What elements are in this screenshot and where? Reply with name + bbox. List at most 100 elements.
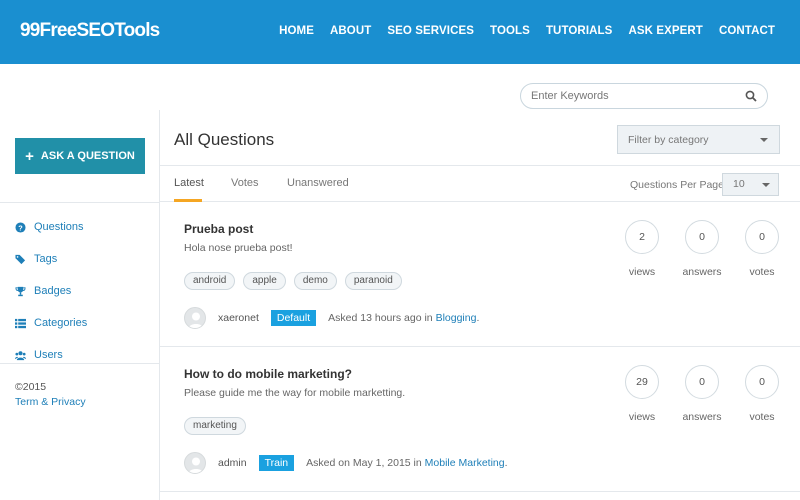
- question-tabs: Latest Votes Unanswered Questions Per Pa…: [160, 165, 800, 202]
- sidebar-item-questions[interactable]: ? Questions: [15, 211, 87, 243]
- question-stats: 29 views 0 answers 0 votes: [612, 365, 792, 423]
- sidebar-divider: [0, 363, 160, 364]
- sidebar-item-categories[interactable]: Categories: [15, 307, 87, 339]
- author-name[interactable]: xaeronet: [218, 312, 259, 324]
- copyright-text: ©2015: [15, 381, 47, 393]
- tag-chip[interactable]: apple: [243, 272, 286, 290]
- votes-stat: 0 votes: [732, 220, 792, 278]
- tag-chip[interactable]: paranoid: [344, 272, 402, 290]
- question-item: Prueba post Hola nose prueba post! andro…: [160, 202, 800, 347]
- answers-stat: 0 answers: [672, 365, 732, 423]
- nav-seo-services[interactable]: SEO SERVICES: [387, 25, 474, 37]
- sidebar-item-label: Badges: [34, 285, 72, 297]
- question-list: Prueba post Hola nose prueba post! andro…: [160, 202, 800, 492]
- period: .: [476, 312, 480, 324]
- asked-text: Asked on May 1, 2015 in Mobile Marketing…: [306, 457, 507, 469]
- asked-time: Asked on May 1, 2015 in: [306, 457, 425, 469]
- search-icon[interactable]: [745, 90, 757, 102]
- tag-chip[interactable]: android: [184, 272, 236, 290]
- user-avatar-icon: [188, 312, 204, 328]
- trophy-icon: [15, 286, 26, 296]
- answers-stat: 0 answers: [672, 220, 732, 278]
- asked-time: Asked 13 hours ago in: [328, 312, 436, 324]
- votes-label: votes: [749, 411, 775, 423]
- votes-count: 0: [745, 365, 779, 399]
- tab-latest[interactable]: Latest: [174, 177, 204, 189]
- site-logo[interactable]: 99FreeSEOTools: [20, 20, 160, 42]
- views-count: 2: [625, 220, 659, 254]
- nav-tools[interactable]: TOOLS: [490, 25, 530, 37]
- sidebar-item-label: Tags: [34, 253, 58, 265]
- author-name[interactable]: admin: [218, 457, 247, 469]
- votes-stat: 0 votes: [732, 365, 792, 423]
- avatar[interactable]: [184, 307, 206, 329]
- tags-icon: [15, 254, 26, 264]
- search-input[interactable]: [531, 87, 731, 105]
- user-badge: Train: [258, 455, 295, 471]
- question-tags: android apple demo paranoid: [184, 272, 410, 290]
- sidebar-item-users[interactable]: Users: [15, 339, 87, 371]
- question-title[interactable]: How to do mobile marketing?: [184, 367, 352, 381]
- svg-text:?: ?: [18, 223, 23, 232]
- category-link[interactable]: Blogging: [436, 312, 477, 324]
- nav-ask-expert[interactable]: ASK EXPERT: [628, 25, 703, 37]
- terms-privacy-link[interactable]: Term & Privacy: [15, 396, 86, 408]
- ask-question-button[interactable]: + ASK A QUESTION: [15, 138, 145, 174]
- views-label: views: [628, 266, 656, 278]
- question-title[interactable]: Prueba post: [184, 222, 253, 236]
- user-avatar-icon: [188, 457, 204, 473]
- question-meta: admin Train Asked on May 1, 2015 in Mobi…: [184, 452, 508, 474]
- views-count: 29: [625, 365, 659, 399]
- tab-votes[interactable]: Votes: [231, 177, 259, 189]
- asked-text: Asked 13 hours ago in Blogging.: [328, 312, 479, 324]
- chevron-down-icon: [760, 138, 768, 142]
- users-icon: [15, 350, 26, 360]
- chevron-down-icon: [762, 183, 770, 187]
- page-title: All Questions: [174, 130, 275, 149]
- main-content: All Questions Filter by category Latest …: [159, 110, 800, 500]
- site-header: 99FreeSEOTools HOME ABOUT SEO SERVICES T…: [0, 0, 800, 64]
- question-tags: marketing: [184, 417, 254, 435]
- answers-label: answers: [682, 411, 722, 423]
- per-page-label: Questions Per Page:: [630, 179, 727, 191]
- nav-about[interactable]: ABOUT: [330, 25, 371, 37]
- sidebar-item-label: Categories: [34, 317, 88, 329]
- category-link[interactable]: Mobile Marketing: [425, 457, 505, 469]
- question-meta: xaeronet Default Asked 13 hours ago in B…: [184, 307, 479, 329]
- per-page-select[interactable]: 10: [722, 173, 779, 196]
- views-stat: 29 views: [612, 365, 672, 423]
- question-stats: 2 views 0 answers 0 votes: [612, 220, 792, 278]
- sidebar-menu: ? Questions Tags Badges Categories Users: [15, 211, 87, 371]
- avatar[interactable]: [184, 452, 206, 474]
- votes-label: votes: [749, 266, 775, 278]
- tag-chip[interactable]: marketing: [184, 417, 246, 435]
- period: .: [504, 457, 508, 469]
- ask-question-label: ASK A QUESTION: [40, 150, 135, 162]
- question-circle-icon: ?: [15, 221, 26, 233]
- nav-home[interactable]: HOME: [279, 25, 314, 37]
- question-item: How to do mobile marketing? Please guide…: [160, 347, 800, 492]
- question-excerpt: Please guide me the way for mobile marke…: [184, 387, 406, 399]
- views-stat: 2 views: [612, 220, 672, 278]
- sidebar-item-badges[interactable]: Badges: [15, 275, 87, 307]
- nav-contact[interactable]: CONTACT: [719, 25, 775, 37]
- question-excerpt: Hola nose prueba post!: [184, 242, 293, 254]
- category-filter-select[interactable]: Filter by category: [617, 125, 780, 154]
- list-icon: [15, 318, 26, 328]
- per-page-value: 10: [733, 178, 745, 190]
- sidebar-item-tags[interactable]: Tags: [15, 243, 87, 275]
- views-label: views: [628, 411, 656, 423]
- main-nav: HOME ABOUT SEO SERVICES TOOLS TUTORIALS …: [263, 25, 775, 37]
- sidebar-item-label: Users: [34, 349, 63, 361]
- answers-count: 0: [685, 365, 719, 399]
- plus-icon: +: [25, 147, 34, 165]
- sidebar-divider: [0, 202, 160, 203]
- tag-chip[interactable]: demo: [293, 272, 337, 290]
- nav-tutorials[interactable]: TUTORIALS: [546, 25, 613, 37]
- user-badge: Default: [270, 310, 317, 326]
- search-box: [520, 83, 768, 109]
- sidebar-item-label: Questions: [34, 221, 84, 233]
- category-filter-value: Filter by category: [628, 134, 709, 146]
- tab-unanswered[interactable]: Unanswered: [287, 177, 349, 189]
- votes-count: 0: [745, 220, 779, 254]
